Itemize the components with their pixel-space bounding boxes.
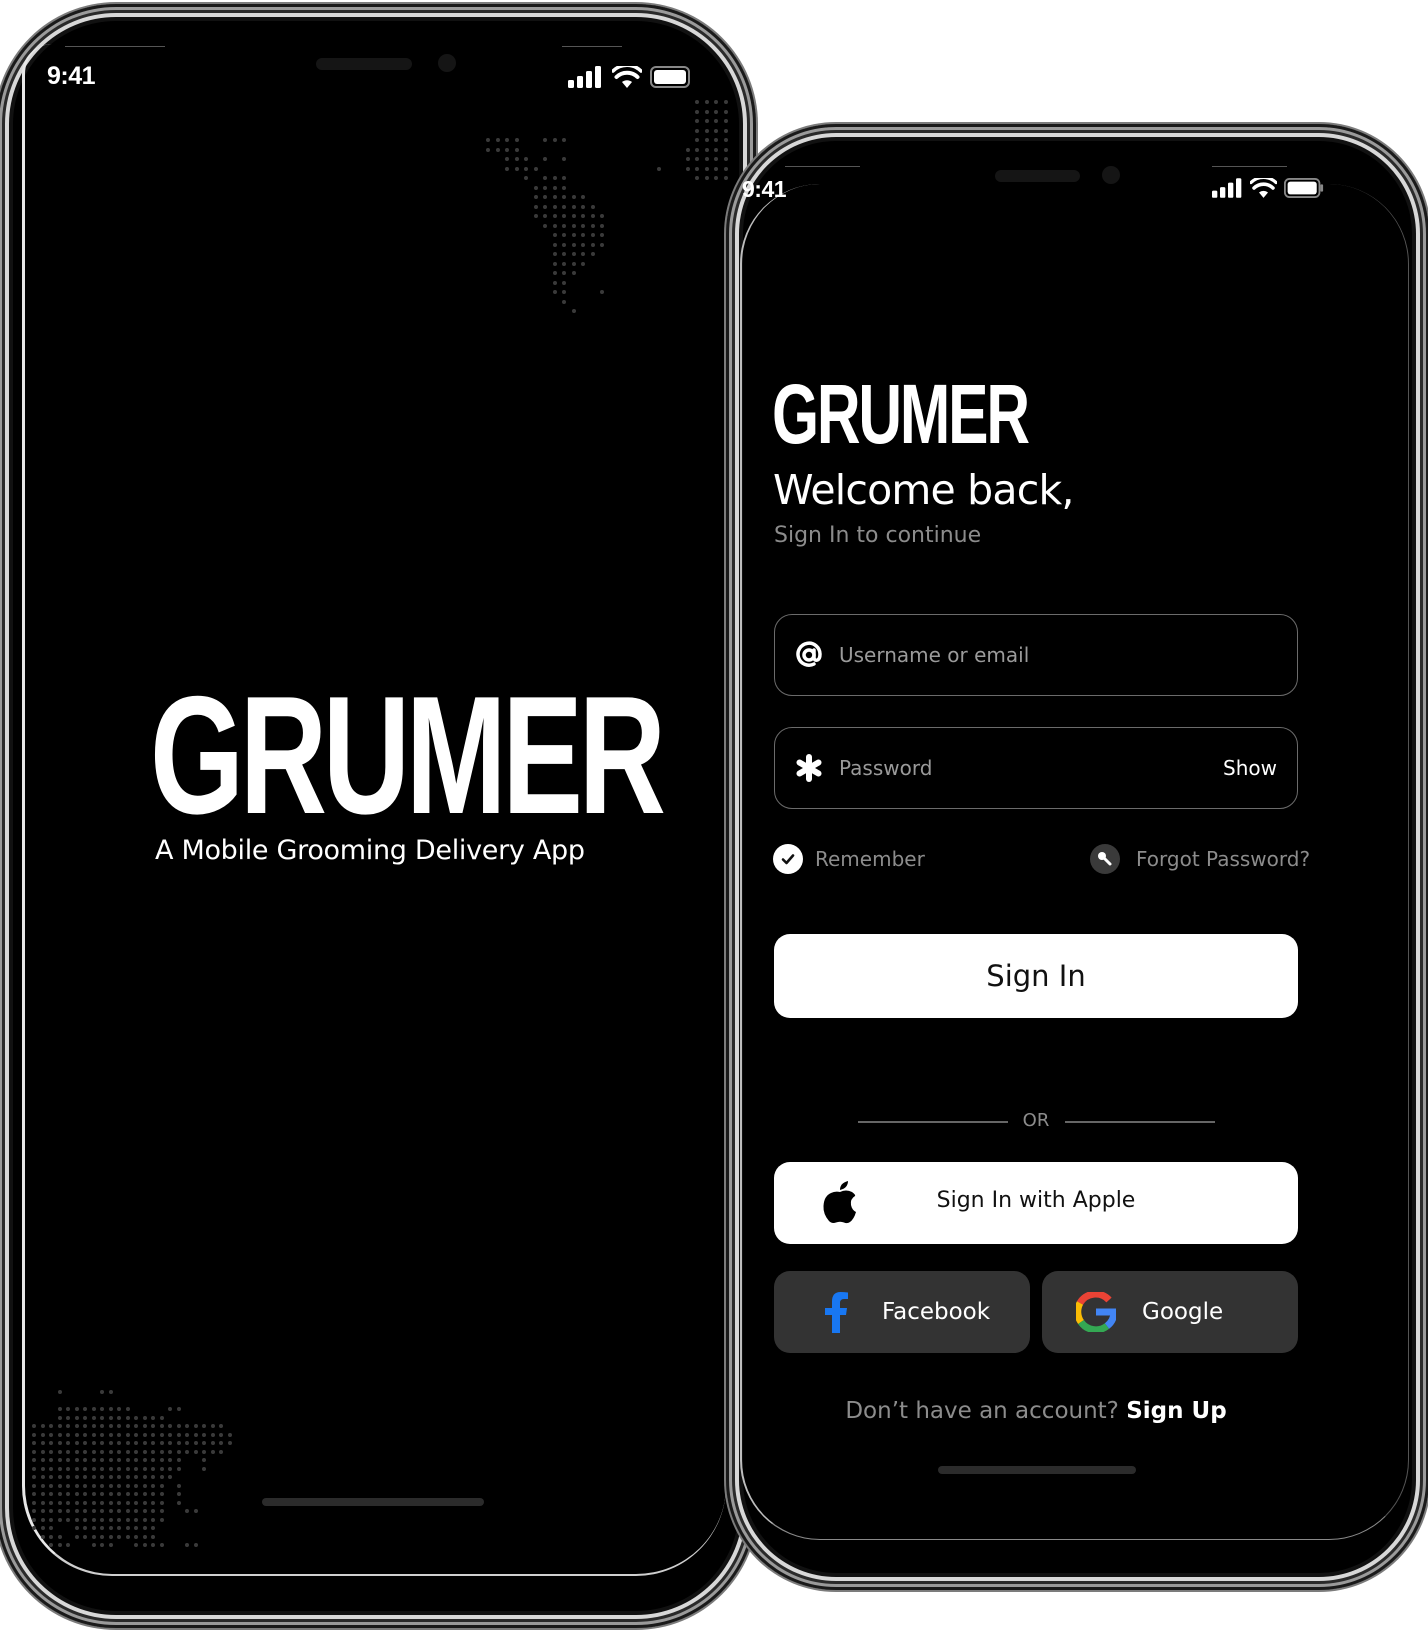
facebook-login-button[interactable]: Facebook (774, 1271, 1030, 1353)
facebook-icon (816, 1292, 856, 1333)
welcome-heading: Welcome back, (773, 466, 1074, 514)
sign-up-link[interactable]: Sign Up (1126, 1398, 1226, 1424)
forgot-password-link[interactable]: Forgot Password? (1090, 844, 1310, 874)
at-sign-icon (795, 641, 823, 669)
status-time: 9:41 (742, 176, 787, 202)
battery-icon (1284, 178, 1324, 198)
cellular-signal-icon (1212, 178, 1242, 198)
facebook-button-label: Facebook (882, 1299, 991, 1325)
password-input[interactable] (839, 756, 1224, 780)
notch-line (785, 166, 860, 167)
username-field[interactable] (774, 614, 1298, 696)
apple-button-label: Sign In with Apple (936, 1188, 1136, 1213)
signup-prompt: Don’t have an account? Sign Up (774, 1398, 1298, 1424)
show-password-toggle[interactable]: Show (1223, 756, 1277, 780)
sign-in-with-apple-button[interactable]: Sign In with Apple (774, 1162, 1298, 1244)
check-circle-icon (773, 844, 803, 874)
welcome-subheading: Sign In to continue (774, 523, 982, 548)
home-indicator (938, 1466, 1136, 1474)
sign-in-button[interactable]: Sign In (774, 934, 1298, 1018)
google-button-label: Google (1142, 1299, 1224, 1325)
signup-prompt-text: Don’t have an account? (845, 1398, 1119, 1424)
google-icon (1076, 1292, 1116, 1332)
status-icons (1212, 178, 1325, 198)
key-icon (1090, 844, 1120, 874)
speaker-grille (995, 170, 1080, 182)
google-login-button[interactable]: Google (1042, 1271, 1298, 1353)
app-logo: GRUMER (772, 367, 1030, 461)
remember-checkbox[interactable]: Remember (773, 844, 925, 874)
remember-label: Remember (815, 847, 925, 871)
notch-line (1212, 166, 1287, 167)
or-divider-label: OR (1022, 1110, 1050, 1131)
divider-line (1065, 1121, 1215, 1123)
username-input[interactable] (839, 643, 1277, 667)
asterisk-icon (795, 754, 823, 782)
divider-line (858, 1121, 1008, 1123)
password-field[interactable]: Show (774, 727, 1298, 809)
forgot-password-label: Forgot Password? (1136, 847, 1311, 871)
front-camera (1102, 166, 1120, 184)
wifi-icon (1250, 178, 1277, 198)
